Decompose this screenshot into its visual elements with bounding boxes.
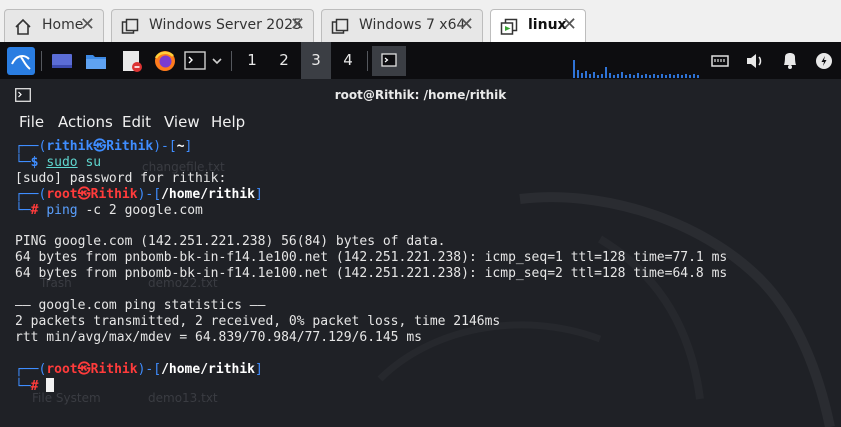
tab-linux[interactable]: linux ✕ — [490, 9, 586, 42]
text-editor-icon[interactable] — [120, 48, 144, 74]
terminal-launcher-icon[interactable] — [183, 48, 207, 74]
terminal-window[interactable]: changefile.txt Trash demo22.txt File Sys… — [0, 79, 841, 427]
output-line: [sudo] password for rithik: — [15, 171, 227, 186]
workspace-4-button[interactable]: 4 — [333, 42, 363, 79]
close-icon[interactable]: ✕ — [562, 15, 577, 35]
volume-icon[interactable] — [744, 48, 766, 74]
firefox-icon[interactable] — [153, 48, 177, 74]
window-icon — [331, 18, 349, 36]
command-line: └─$ sudo su — [15, 155, 102, 170]
tab-windows-server-2025-label: Windows Server 2025 — [149, 17, 302, 33]
prompt-line: ┌──(root㉿Rithik)-[/home/rithik] — [15, 362, 263, 377]
output-line: 64 bytes from pnbomb-bk-in-f14.1e100.net… — [15, 250, 728, 265]
browser-tab-strip: Home ✕ Windows Server 2025 ✕ Windows 7 x… — [0, 0, 841, 42]
output-line: rtt min/avg/max/mdev = 64.839/70.984/77.… — [15, 330, 422, 345]
menu-help[interactable]: Help — [211, 113, 245, 131]
panel-separator — [231, 51, 232, 71]
menu-file[interactable]: File — [19, 113, 44, 131]
network-icon[interactable] — [709, 48, 731, 74]
workspace-2-button[interactable]: 2 — [269, 42, 299, 79]
workspace-1-button[interactable]: 1 — [237, 42, 267, 79]
taskbar-panel: 1 2 3 4 — [0, 42, 841, 79]
prompt-line: ┌──(root㉿Rithik)-[/home/rithik] — [15, 187, 263, 202]
tab-windows-server-2025[interactable]: Windows Server 2025 ✕ — [111, 9, 314, 42]
command-line: └─# ping -c 2 google.com — [15, 203, 203, 218]
command-line: └─# — [15, 378, 55, 394]
home-icon — [14, 18, 32, 36]
tab-windows-7-x64-label: Windows 7 x64 — [359, 17, 466, 33]
output-line: 2 packets transmitted, 2 received, 0% pa… — [15, 314, 501, 329]
menu-edit[interactable]: Edit — [122, 113, 151, 131]
show-desktop-icon[interactable] — [50, 48, 74, 74]
close-icon[interactable]: ✕ — [459, 15, 474, 35]
power-icon[interactable] — [813, 48, 835, 74]
output-line: PING google.com (142.251.221.238) 56(84)… — [15, 234, 446, 249]
panel-separator — [41, 51, 42, 71]
terminal-title: root@Rithik: /home/rithik — [334, 88, 507, 102]
tab-home[interactable]: Home ✕ — [4, 9, 104, 42]
chevron-down-icon[interactable] — [210, 48, 224, 74]
kali-menu-icon[interactable] — [7, 47, 35, 75]
tab-windows-7-x64[interactable]: Windows 7 x64 ✕ — [321, 9, 483, 42]
text-cursor — [46, 378, 55, 392]
workspace-3-button[interactable]: 3 — [301, 42, 331, 79]
window-icon — [121, 18, 139, 36]
output-line: 64 bytes from pnbomb-bk-in-f14.1e100.net… — [15, 266, 728, 281]
terminal-menubar: File Actions Edit View Help — [0, 109, 841, 137]
menu-actions[interactable]: Actions — [58, 113, 113, 131]
output-line: —— google.com ping statistics —— — [15, 298, 266, 313]
menu-view[interactable]: View — [164, 113, 200, 131]
file-manager-icon[interactable] — [84, 48, 108, 74]
prompt-line: ┌──(rithik㉿Rithik)-[~] — [15, 139, 193, 154]
tab-linux-label: linux — [528, 17, 567, 33]
terminal-titlebar[interactable]: root@Rithik: /home/rithik — [0, 79, 841, 109]
notifications-bell-icon[interactable] — [779, 48, 801, 74]
cpu-graph-icon — [570, 54, 710, 78]
tab-home-label: Home — [42, 17, 84, 33]
terminal-output[interactable]: ┌──(rithik㉿Rithik)-[~] └─$ sudo su [sudo… — [0, 137, 841, 427]
close-icon[interactable]: ✕ — [290, 15, 305, 35]
terminal-window-button[interactable] — [372, 46, 406, 76]
vm-running-icon — [500, 18, 518, 36]
close-icon[interactable]: ✕ — [80, 15, 95, 35]
panel-separator — [367, 51, 368, 71]
